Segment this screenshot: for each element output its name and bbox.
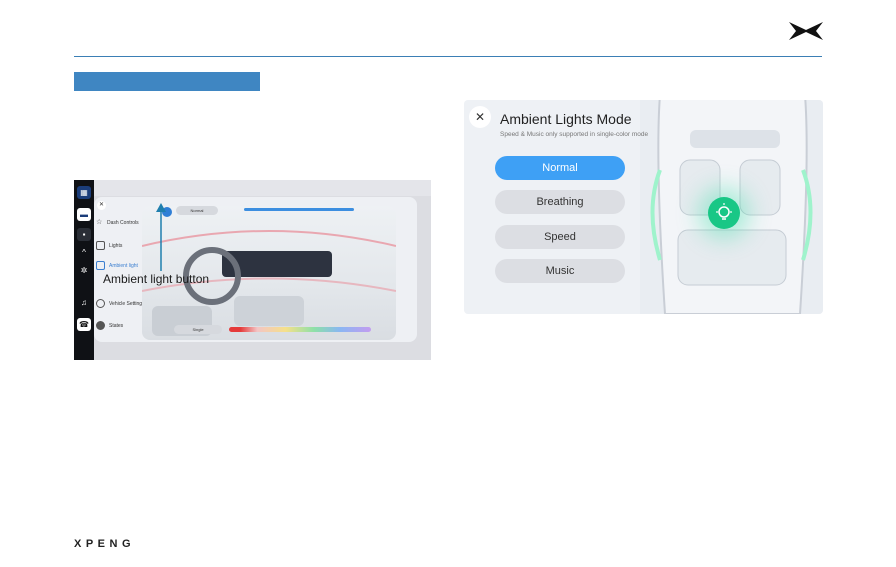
mode-button-music[interactable]: Music: [495, 259, 625, 283]
ambient-lights-mode-panel: ✕ Ambient Lights Mode Speed & Music only…: [464, 100, 823, 314]
callout-arrow-icon: [156, 203, 166, 271]
star-icon: ☆: [96, 219, 103, 226]
ambient-light-icon: [96, 261, 105, 270]
xpeng-logo-icon: [788, 20, 824, 42]
target-icon: [96, 321, 105, 330]
car-icon[interactable]: ▬: [77, 208, 91, 221]
status-bar: [94, 180, 431, 196]
headlight-icon: [96, 241, 105, 250]
mode-button-speed[interactable]: Speed: [495, 225, 625, 249]
color-slider[interactable]: [229, 327, 371, 332]
gear-icon: [96, 299, 105, 308]
vehicle-ui-screenshot: ▦ ▬ ▪ ^ ✲ ♫ ☎ ✕ ☆ Dash Controls Lights Am…: [74, 180, 431, 360]
fan-icon[interactable]: ✲: [77, 264, 91, 277]
menu-item-label: Ambient light: [109, 262, 138, 269]
section-header-bar: [74, 72, 260, 91]
header-divider: [74, 56, 822, 57]
panel-subtitle: Speed & Music only supported in single-c…: [500, 131, 649, 138]
camera-icon[interactable]: ▪: [77, 228, 91, 241]
panel-title: Ambient Lights Mode: [500, 111, 632, 127]
single-button[interactable]: Single: [174, 325, 222, 334]
phone-icon[interactable]: ☎: [77, 318, 91, 331]
mode-select[interactable]: Normal: [176, 206, 218, 215]
menu-item-ambient-light[interactable]: Ambient light: [96, 261, 138, 270]
footer-wordmark: XPENG: [74, 538, 136, 550]
chevron-up-icon[interactable]: ^: [77, 246, 91, 259]
apps-icon[interactable]: ▦: [77, 186, 91, 199]
panel-close-icon[interactable]: ✕: [97, 201, 106, 210]
mode-button-normal[interactable]: Normal: [495, 156, 625, 180]
close-icon[interactable]: ✕: [469, 106, 491, 128]
menu-item-states[interactable]: States: [96, 321, 123, 330]
lightbulb-icon: [716, 203, 732, 220]
menu-item-label: Dash Controls: [107, 219, 139, 226]
menu-item-dash-controls[interactable]: ☆ Dash Controls: [96, 219, 139, 226]
ambient-light-toggle[interactable]: [708, 197, 740, 229]
menu-item-label: States: [109, 322, 124, 329]
mode-button-breathing[interactable]: Breathing: [495, 190, 625, 214]
menu-item-vehicle-settings[interactable]: Vehicle Settings: [96, 299, 145, 308]
app-dock: ▦ ▬ ▪ ^ ✲ ♫ ☎: [74, 180, 94, 360]
ambient-light-callout: Ambient light button: [103, 272, 210, 286]
menu-item-label: Lights: [109, 242, 123, 249]
brightness-slider[interactable]: [244, 208, 354, 211]
menu-item-lights[interactable]: Lights: [96, 241, 122, 250]
music-icon[interactable]: ♫: [77, 296, 91, 309]
menu-item-label: Vehicle Settings: [109, 300, 145, 307]
